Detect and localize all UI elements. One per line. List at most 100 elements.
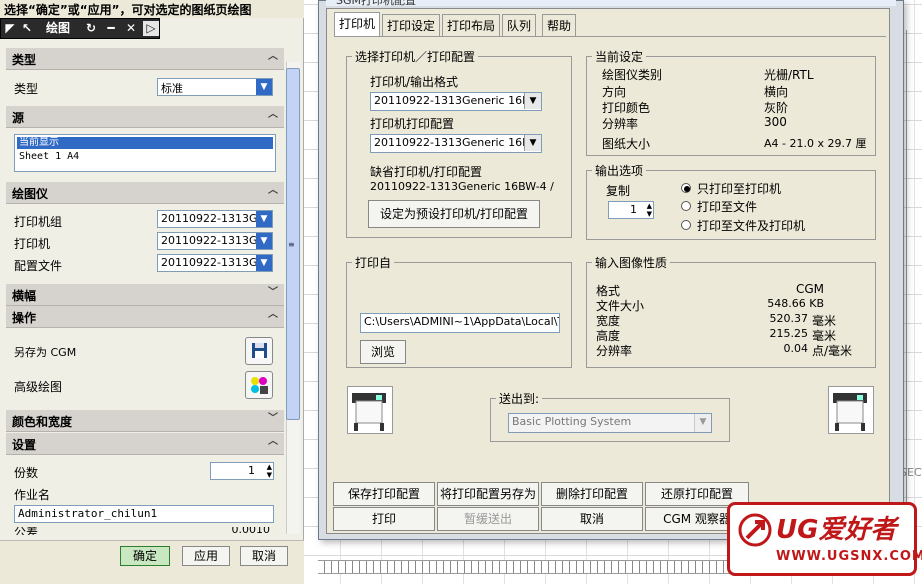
config-select[interactable]: 20110922-1313Ger ▼ xyxy=(157,254,273,272)
apply-button[interactable]: 应用 xyxy=(182,546,230,566)
cancel-button[interactable]: 取消 xyxy=(240,546,288,566)
save-cgm-button[interactable] xyxy=(245,337,273,365)
toolbar-title: 绘图 xyxy=(45,21,70,35)
pin-icon[interactable]: ◤ xyxy=(3,21,17,36)
radio-print-to-both[interactable] xyxy=(681,220,691,230)
section-color-width[interactable]: 颜色和宽度 ﹀ xyxy=(6,410,284,432)
tolerance-value[interactable]: 0.0010 xyxy=(232,527,271,535)
list-item[interactable]: 当前显示 xyxy=(17,137,273,149)
canvas-frame-edge xyxy=(906,30,922,560)
dialog-cancel-button[interactable]: 取消 xyxy=(541,507,643,531)
prop-value: CGM xyxy=(795,282,824,296)
floppy-icon xyxy=(252,343,267,358)
reset-icon[interactable]: ↻ xyxy=(83,21,99,36)
print-from-path-input[interactable]: C:\Users\ADMINI~1\AppData\Local\Te xyxy=(360,313,560,333)
chevron-up-icon[interactable]: ︿ xyxy=(266,50,280,64)
chevron-down-icon[interactable]: ▼ xyxy=(524,93,541,109)
send-to-select: Basic Plotting System ▼ xyxy=(508,413,712,433)
radio-label[interactable]: 只打印至打印机 xyxy=(697,180,781,197)
send-to-title: 送出到: xyxy=(496,390,543,407)
job-name-input[interactable]: Administrator_chilun1 xyxy=(14,505,274,523)
radio-label[interactable]: 打印至文件 xyxy=(697,198,757,215)
printer-value: 20110922-1313Ger xyxy=(161,234,269,247)
printer-group-label: 打印机组 xyxy=(14,215,63,229)
setting-value: A4 - 21.0 x 29.7 厘 xyxy=(764,137,867,150)
prop-unit: 点/毫米 xyxy=(812,344,853,358)
minimize-icon[interactable]: ━ xyxy=(103,21,119,36)
section-source-title: 源 xyxy=(12,111,25,125)
section-banner-title: 横幅 xyxy=(12,289,37,303)
printer-select[interactable]: 20110922-1313Ger ▼ xyxy=(157,232,273,250)
chevron-up-icon[interactable]: ︿ xyxy=(266,184,280,198)
printer-format-value: 20110922-1313Generic 16BW- xyxy=(374,94,542,107)
save-config-as-button[interactable]: 将打印配置另存为 xyxy=(437,482,539,506)
chevron-down-icon[interactable]: ▼ xyxy=(524,135,541,151)
printer-config-label: 打印机打印配置 xyxy=(370,117,455,131)
prompt-bar: 选择“确定”或“应用”，可对选定的图纸页绘图 xyxy=(0,0,304,18)
tab-print-settings[interactable]: 打印设定 xyxy=(382,14,441,36)
chevron-down-icon[interactable]: ﹀ xyxy=(266,412,280,426)
dialog-titlebar[interactable]: SGM打印机配置 xyxy=(326,0,896,7)
printer-format-select[interactable]: 20110922-1313Generic 16BW- ▼ xyxy=(370,92,542,111)
copies-stepper[interactable]: 1 ▲ ▼ xyxy=(210,462,274,480)
close-icon[interactable]: ✕ xyxy=(123,21,139,36)
section-banner[interactable]: 横幅 ﹀ xyxy=(6,284,284,306)
config-label: 配置文件 xyxy=(14,259,63,273)
section-settings[interactable]: 设置 ︿ xyxy=(6,433,284,455)
section-plotter[interactable]: 绘图仪 ︿ xyxy=(6,182,284,204)
type-select[interactable]: 标准 ▼ xyxy=(157,78,273,96)
chevron-down-icon[interactable]: ▼ xyxy=(256,233,272,249)
advanced-plot-label: 高级绘图 xyxy=(14,380,63,394)
section-source[interactable]: 源 ︿ xyxy=(6,106,284,128)
setting-label: 打印颜色 xyxy=(602,101,651,115)
chevron-up-icon[interactable]: ︿ xyxy=(266,308,280,322)
expand-icon[interactable]: ▷ xyxy=(143,21,159,36)
chevron-down-icon: ▼ xyxy=(694,414,711,432)
output-options-title: 输出选项 xyxy=(592,162,647,179)
save-config-button[interactable]: 保存打印配置 xyxy=(333,482,435,506)
printer-config-value: 20110922-1313Generic 16BW- xyxy=(374,136,542,149)
radio-print-to-file[interactable] xyxy=(681,201,691,211)
tolerance-label: 公差 xyxy=(14,527,39,535)
copies-value: 1 xyxy=(248,464,255,477)
spinner-arrows-icon[interactable]: ▲ ▼ xyxy=(267,463,272,479)
spinner-arrows-icon[interactable]: ▲ ▼ xyxy=(647,202,652,218)
send-to-value: Basic Plotting System xyxy=(512,415,632,428)
section-plotter-title: 绘图仪 xyxy=(12,187,49,201)
section-type[interactable]: 类型 ︿ xyxy=(6,48,284,70)
printer-label: 打印机 xyxy=(14,237,51,251)
tolerance-row: 公差 0.0010 xyxy=(14,527,274,535)
source-list[interactable]: 当前显示 Sheet 1 A4 xyxy=(14,134,276,172)
printer-config-select[interactable]: 20110922-1313Generic 16BW- ▼ xyxy=(370,134,542,153)
tab-print-layout[interactable]: 打印布局 xyxy=(442,14,501,36)
prop-label: 分辨率 xyxy=(596,344,633,358)
radio-print-to-printer[interactable] xyxy=(681,183,691,193)
browse-button[interactable]: 浏览 xyxy=(360,340,406,364)
tab-help[interactable]: 帮助 xyxy=(542,14,577,36)
chevron-up-icon[interactable]: ︿ xyxy=(266,108,280,122)
current-settings-title: 当前设定 xyxy=(592,48,647,65)
advanced-plot-button[interactable] xyxy=(245,371,273,399)
tab-queue[interactable]: 队列 xyxy=(502,14,537,36)
delete-config-button[interactable]: 删除打印配置 xyxy=(541,482,643,506)
print-button[interactable]: 打印 xyxy=(333,507,435,531)
section-actions[interactable]: 操作 ︿ xyxy=(6,306,284,328)
setting-label: 图纸大小 xyxy=(602,137,651,151)
set-default-button[interactable]: 设定为预设打印机/打印配置 xyxy=(368,200,540,228)
copy-stepper[interactable]: 1 ▲ ▼ xyxy=(608,201,654,219)
select-printer-group-title: 选择打印机／打印配置 xyxy=(352,48,479,65)
list-item[interactable]: Sheet 1 A4 xyxy=(15,151,275,163)
radio-label[interactable]: 打印至文件及打印机 xyxy=(697,217,805,234)
printer-group-select[interactable]: 20110922-1313Ger ▼ xyxy=(157,210,273,228)
chevron-down-icon[interactable]: ▼ xyxy=(256,255,272,271)
chevron-down-icon[interactable]: ﹀ xyxy=(266,286,280,300)
chevron-down-icon[interactable]: ▼ xyxy=(256,79,272,95)
save-cgm-label: 另存为 CGM xyxy=(14,346,77,359)
chevron-up-icon[interactable]: ︿ xyxy=(266,435,280,449)
pointer-icon[interactable]: ↖ xyxy=(19,21,35,36)
chevron-down-icon[interactable]: ▼ xyxy=(256,211,272,227)
tab-printer[interactable]: 打印机 xyxy=(334,12,381,36)
copy-value: 1 xyxy=(630,203,637,216)
ok-button[interactable]: 确定 xyxy=(120,546,170,566)
default-printer-label: 缺省打印机/打印配置 xyxy=(370,165,483,179)
